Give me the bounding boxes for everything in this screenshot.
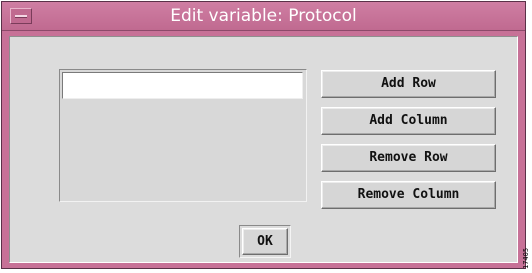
value-entry-field[interactable] [62, 72, 303, 99]
title-bar[interactable]: Edit variable: Protocol [2, 2, 525, 31]
dialog-window: Edit variable: Protocol Add Row Add Colu… [1, 1, 526, 269]
remove-column-button[interactable]: Remove Column [321, 181, 496, 209]
add-row-button[interactable]: Add Row [321, 70, 496, 98]
window-title: Edit variable: Protocol [170, 6, 357, 26]
remove-row-button[interactable]: Remove Row [321, 144, 496, 172]
figure-id-label: 17405 [522, 247, 530, 269]
window-menu-icon [15, 15, 27, 17]
value-list[interactable] [59, 69, 307, 202]
ok-button[interactable]: OK [242, 228, 288, 255]
add-column-button[interactable]: Add Column [321, 107, 496, 135]
dialog-body: Add Row Add Column Remove Row Remove Col… [9, 36, 518, 263]
window-menu-button[interactable] [10, 8, 32, 24]
